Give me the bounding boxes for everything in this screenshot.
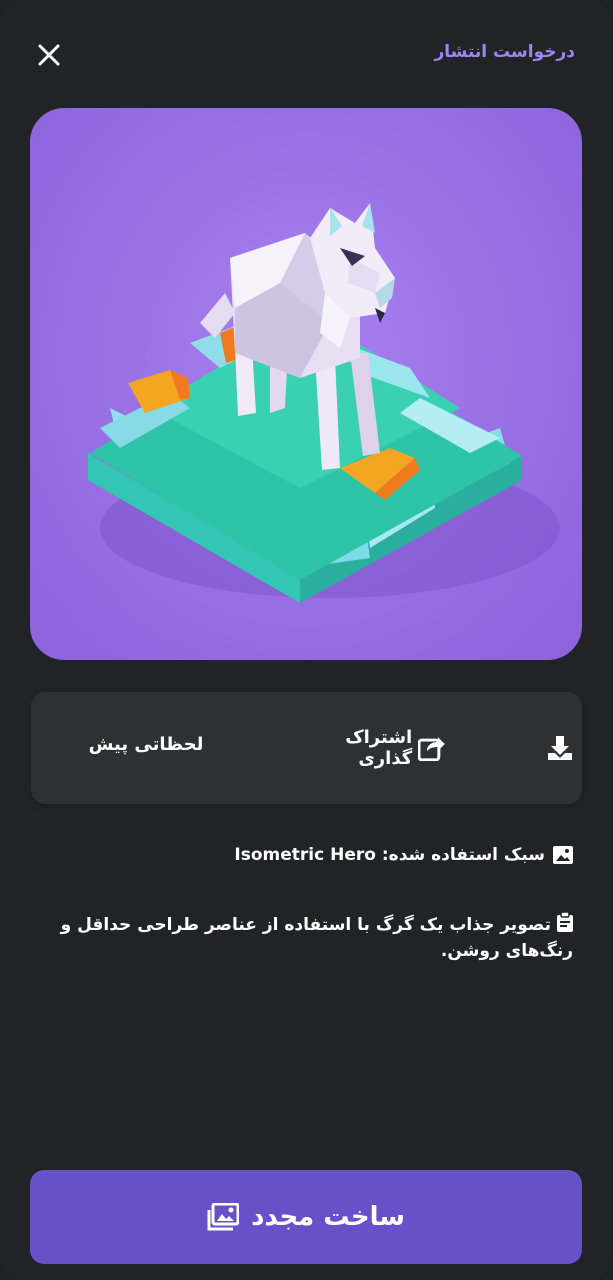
regenerate-label: ساخت مجدد	[251, 1202, 405, 1232]
prompt-info: تصویر جذاب یک گرگ با استفاده از عناصر طر…	[28, 912, 573, 964]
prompt-text: تصویر جذاب یک گرگ با استفاده از عناصر طر…	[60, 915, 573, 961]
clipboard-icon	[557, 912, 573, 932]
top-bar: درخواست انتشار	[0, 0, 613, 110]
publish-request-link[interactable]: درخواست انتشار	[435, 42, 576, 62]
generated-image	[30, 108, 582, 660]
images-icon	[207, 1203, 240, 1231]
share-button[interactable]: اشتراک گذاری	[286, 692, 446, 804]
image-result-screen: درخواست انتشار اشتراک گذاری لحظاتی پیش س…	[0, 0, 613, 1280]
style-info: سبک استفاده شده: Isometric Hero	[33, 842, 573, 868]
close-icon	[38, 44, 60, 66]
regenerate-button[interactable]: ساخت مجدد	[30, 1170, 582, 1264]
image-icon	[553, 846, 573, 864]
close-button[interactable]	[30, 36, 68, 74]
wolf-illustration	[88, 203, 560, 603]
style-text: سبک استفاده شده: Isometric Hero	[234, 845, 545, 865]
timestamp: لحظاتی پیش	[88, 733, 204, 755]
share-label: اشتراک گذاری	[345, 727, 413, 769]
action-bar: اشتراک گذاری لحظاتی پیش	[31, 692, 582, 804]
share-icon	[418, 737, 446, 761]
download-icon	[548, 736, 572, 760]
download-button[interactable]	[535, 692, 585, 804]
